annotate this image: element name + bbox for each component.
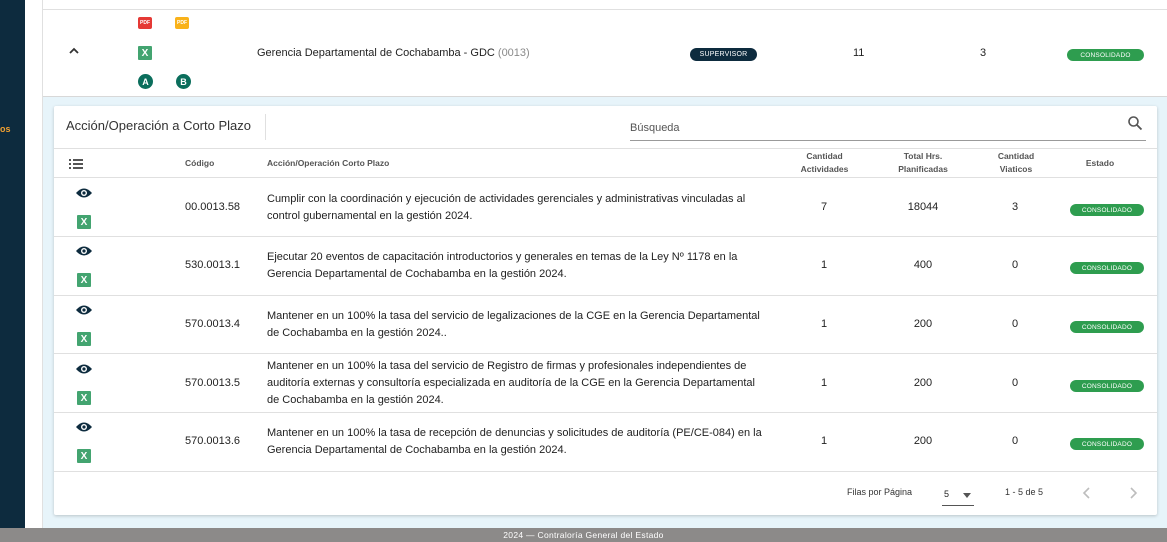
list-icon[interactable] [69,159,83,169]
header-activities-line1: Cantidad [806,151,843,161]
header-viaticos[interactable]: Cantidad Viaticos [979,150,1053,176]
sidebar-partial-label[interactable]: os [0,124,11,134]
row-description: Mantener en un 100% la tasa del servicio… [267,360,755,406]
row-viaticos: 0 [1011,259,1019,271]
header-status[interactable]: Estado [1070,157,1130,170]
row-viaticos: 0 [1011,318,1019,330]
app-footer: 2024 — Contraloría General del Estado [0,528,1167,542]
excel-icon[interactable]: X [77,215,91,229]
status-badge: CONSOLIDADO [1070,204,1144,216]
table-row: X 570.0013.4 Mantener en un 100% la tasa… [54,296,1157,354]
row-code: 00.0013.58 [185,201,241,213]
row-description: Cumplir con la coordinación y ejecución … [267,193,746,222]
header-activities[interactable]: Cantidad Actividades [787,150,862,176]
row-hours: 200 [913,377,933,389]
table-row: X 570.0013.6 Mantener en un 100% la tasa… [54,413,1157,472]
status-badge: CONSOLIDADO [1067,49,1144,61]
expanded-panel: Acción/Operación a Corto Plazo Código Ac… [43,97,1167,528]
status-badge: CONSOLIDADO [1070,262,1144,274]
header-viaticos-line2: Viaticos [999,164,1033,174]
parent-value-2: 3 [980,47,987,59]
page-range: 1 - 5 de 5 [1005,487,1044,497]
row-hours: 18044 [907,201,939,213]
header-desc[interactable]: Acción/Operación Corto Plazo [267,157,389,170]
row-code: 570.0013.6 [185,435,241,447]
row-code: 570.0013.4 [185,318,241,330]
excel-icon[interactable]: X [138,46,152,60]
parent-value-1: 11 [853,47,865,59]
row-code: 530.0013.1 [185,259,241,271]
row-hours: 400 [913,259,933,271]
rows-per-page-select[interactable]: 5 [942,486,974,506]
row-hours: 200 [913,435,933,447]
row-activities: 1 [820,318,828,330]
chevron-left-icon[interactable] [1079,485,1095,501]
row-activities: 1 [820,259,828,271]
pdf-icon[interactable]: PDF [175,17,189,29]
row-divider [43,9,1167,10]
header-activities-line2: Actividades [800,164,849,174]
detail-card: Acción/Operación a Corto Plazo Código Ac… [54,106,1157,515]
row-activities: 1 [820,377,828,389]
row-viaticos: 0 [1011,377,1019,389]
parent-name: Gerencia Departamental de Cochabamba - G… [257,47,530,59]
excel-icon[interactable]: X [77,273,91,287]
eye-icon[interactable] [75,304,93,316]
table-row: X 570.0013.5 Mantener en un 100% la tasa… [54,354,1157,413]
a-badge-icon[interactable]: A [138,74,153,89]
title-divider [265,114,266,140]
pagination: Filas por Página 5 1 - 5 de 5 [54,472,1157,515]
role-badge: SUPERVISOR [690,48,757,61]
header-hours-line2: Planificadas [898,164,948,174]
row-description: Mantener en un 100% la tasa de recepción… [267,427,762,456]
sidebar-gap [25,0,42,528]
row-hours: 200 [913,318,933,330]
table-row: X 530.0013.1 Ejecutar 20 eventos de capa… [54,237,1157,296]
rows-per-page-value: 5 [944,489,950,499]
pdf-icon[interactable]: PDF [138,17,152,29]
caret-down-icon [963,493,971,498]
row-activities: 7 [820,201,828,213]
b-badge-icon[interactable]: B [176,74,191,89]
status-badge: CONSOLIDADO [1070,380,1144,392]
search-input[interactable] [630,122,1110,134]
parent-name-text: Gerencia Departamental de Cochabamba - G… [257,47,495,59]
row-activities: 1 [820,435,828,447]
eye-icon[interactable] [75,245,93,257]
header-viaticos-line1: Cantidad [997,151,1035,161]
chevron-right-icon[interactable] [1125,485,1141,501]
status-badge: CONSOLIDADO [1070,321,1144,333]
header-code[interactable]: Código [185,157,214,170]
eye-icon[interactable] [75,421,93,433]
row-viaticos: 3 [1011,201,1019,213]
header-hours-line1: Total Hrs. [903,151,943,161]
sidebar [0,0,25,528]
row-description: Ejecutar 20 eventos de capacitación intr… [267,251,738,280]
header-hours[interactable]: Total Hrs. Planificadas [883,150,963,176]
eye-icon[interactable] [75,363,93,375]
search-icon[interactable] [1127,115,1143,131]
table-header: Código Acción/Operación Corto Plazo Cant… [54,148,1157,178]
eye-icon[interactable] [75,187,93,199]
rows-per-page-label: Filas por Página [847,487,913,497]
card-title: Acción/Operación a Corto Plazo [66,118,251,133]
excel-icon[interactable]: X [77,391,91,405]
search-field [630,111,1146,141]
parent-row: PDF PDF X A B Gerencia Departamental de … [43,0,1167,97]
excel-icon[interactable]: X [77,332,91,346]
row-code: 570.0013.5 [185,377,241,389]
row-viaticos: 0 [1011,435,1019,447]
status-badge: CONSOLIDADO [1070,438,1144,450]
parent-code: (0013) [497,47,530,59]
chevron-up-icon[interactable] [67,44,81,58]
table-row: X 00.0013.58 Cumplir con la coordinación… [54,178,1157,237]
excel-icon[interactable]: X [77,449,91,463]
row-description: Mantener en un 100% la tasa del servicio… [267,310,760,339]
